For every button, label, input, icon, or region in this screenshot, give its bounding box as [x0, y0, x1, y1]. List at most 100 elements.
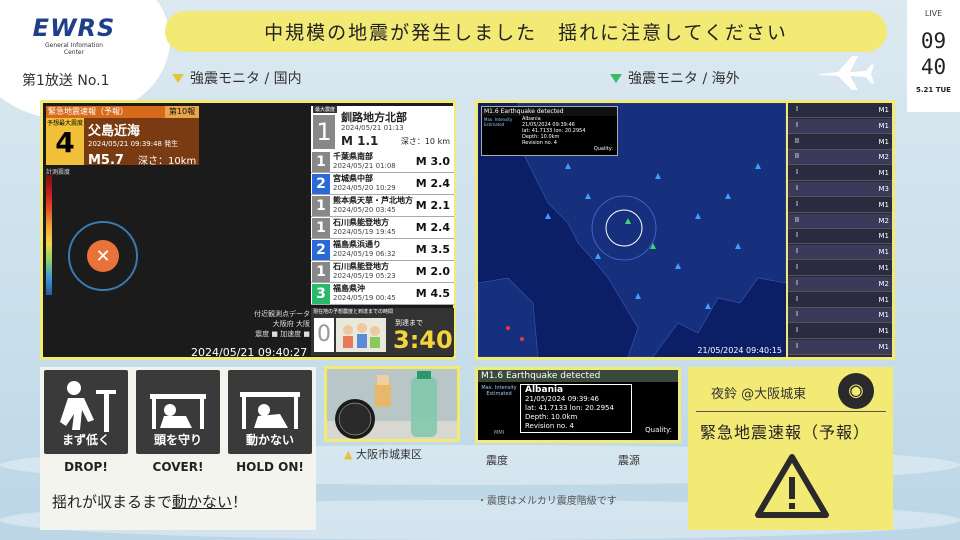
detail-body: Albania 21/05/2024 09:39:46 lat: 41.7133… [520, 384, 632, 433]
channel-label: 第1放送 No.1 [22, 73, 110, 89]
quake-intensity: 1 [312, 152, 330, 172]
quake-intensity: 1 [312, 196, 330, 216]
sidebar-event-magnitude: M1 [878, 327, 890, 336]
quake-list: 最大震度 1 釧路地方北部 2024/05/21 01:13 M 1.1 深さ：… [311, 106, 454, 306]
cover-card: 頭を守り [136, 370, 220, 454]
sidebar-event-magnitude: M1 [878, 106, 890, 114]
arrival-label: 現在地の予想震度と到達までの時間 [313, 309, 394, 315]
quake-time: 2024/05/19 19:45 [333, 228, 396, 236]
map-event-title: M1.6 Earthquake detected [482, 107, 617, 116]
sidebar-event-row[interactable]: I M1 [788, 308, 892, 324]
motto-emphasis: 動かない [172, 493, 233, 511]
latest-quake[interactable]: 最大震度 1 釧路地方北部 2024/05/21 01:13 M 1.1 深さ：… [311, 106, 454, 151]
logo-text: EWRS [32, 14, 116, 42]
sidebar-event-magnitude: M1 [878, 232, 890, 241]
alert-banner: 中規模の地震が発生しました 揺れに注意してください [165, 11, 887, 52]
latest-intensity: 1 [313, 115, 335, 149]
sidebar-event-row[interactable]: I M1 [788, 118, 892, 134]
detail-mmi: MMI [494, 430, 505, 436]
sidebar-event-intensity: I [795, 263, 799, 271]
quake-magnitude: M 2.1 [415, 199, 450, 212]
logo-subtitle: Center [63, 49, 85, 56]
sidebar-event-row[interactable]: II M1 [788, 134, 892, 150]
eew-time: 2024/05/21 09:39:48 発生 [88, 140, 179, 148]
sidebar-event-magnitude: M1 [878, 311, 890, 320]
sidebar-event-intensity: II [794, 152, 800, 161]
sidebar-event-row[interactable]: II M2 [788, 213, 892, 229]
sidebar-event-row[interactable]: I M1 [788, 340, 892, 355]
family-illustration [336, 318, 386, 352]
quake-magnitude: M 2.4 [415, 177, 450, 190]
quake-row[interactable]: 1 石川県能登地方 2024/05/19 05:23 M 2.0 [311, 261, 454, 283]
sidebar-event-intensity: I [795, 199, 799, 208]
quake-magnitude: M 3.5 [415, 243, 450, 256]
sidebar-event-row[interactable]: I M1 [788, 245, 892, 261]
overseas-monitor: M1.6 Earthquake detected Max. Intensity … [475, 100, 895, 360]
sidebar-event-row[interactable]: I M1 [788, 261, 892, 276]
nearby-station-data: 付近観測点データ 大阪府 大阪 震度 ■ 加速度 ■ [230, 309, 310, 339]
quake-magnitude: M 4.5 [415, 287, 450, 300]
quake-row[interactable]: 3 福島県沖 2024/05/19 00:45 M 4.5 [311, 283, 454, 305]
latest-magnitude: M 1.1 [341, 134, 379, 148]
motto-end: ！ [232, 493, 248, 511]
sidebar-event-row[interactable]: I M1 [788, 197, 892, 213]
alert-streamer: 夜鈴 @大阪城東 [711, 387, 807, 402]
quake-row[interactable]: 2 福島県浜通り 2024/05/19 06:32 M 3.5 [311, 239, 454, 261]
sidebar-event-row[interactable]: I M3 [788, 182, 892, 197]
safety-motto: 揺れが収まるまで動かない！ [52, 491, 247, 512]
nearby-line: 震度 ■ 加速度 ■ [255, 330, 310, 338]
detail-region: Albania [525, 385, 564, 395]
alert-title: 緊急地震速報（予報） [700, 423, 871, 442]
location-icon: ▲ [344, 448, 353, 461]
camera-location-label: 大阪市城東区 [355, 448, 422, 461]
latest-header: 最大震度 [313, 106, 338, 113]
camera-location: ▲ 大阪市城東区 [344, 446, 422, 462]
detail-revision: Revision no. 4 [525, 422, 574, 430]
brand-logo: EWRS General Infomation Center [30, 14, 118, 56]
overseas-detail-inner: M1.6 Earthquake detected Max. Intensity … [478, 370, 678, 440]
section-overseas: 強震モニタ / 海外 [610, 68, 740, 88]
sidebar-event-row[interactable]: I M1 [788, 229, 892, 245]
quake-row[interactable]: 1 石川県能登地方 2024/05/19 19:45 M 2.4 [311, 217, 454, 239]
quake-row[interactable]: 1 熊本県天草・芦北地方 2024/05/20 03:45 M 2.1 [311, 195, 454, 217]
sidebar-event-intensity: I [795, 105, 799, 113]
sidebar-event-magnitude: M1 [878, 169, 890, 178]
sidebar-event-magnitude: M1 [878, 264, 890, 272]
arrival-intensity: 0 [314, 318, 334, 352]
legend-intensity: 震度 [486, 454, 508, 467]
sidebar-event-row[interactable]: I M1 [788, 103, 892, 118]
detail-depth: Depth: 10.0km [525, 413, 578, 421]
quake-intensity: 3 [312, 284, 330, 304]
sidebar-event-magnitude: M2 [878, 153, 890, 162]
camera-scene [327, 369, 457, 439]
quake-time: 2024/05/20 10:29 [333, 184, 396, 192]
overseas-map[interactable]: M1.6 Earthquake detected Max. Intensity … [478, 103, 786, 357]
sidebar-event-magnitude: M1 [878, 200, 890, 209]
broadcast-icon: ◉ [838, 373, 874, 409]
eew-details: 父島近海 2024/05/21 09:39:48 発生 M5.7 深さ：10km [88, 120, 196, 168]
quake-place: 宮城県中部 [333, 174, 373, 183]
hold-label: HOLD ON! [236, 460, 304, 474]
section-domestic: 強震モニタ / 国内 [172, 68, 302, 88]
sidebar-event-row[interactable]: I M1 [788, 166, 892, 182]
legend-epicenter: 震源 [618, 454, 640, 467]
cover-caption: 頭を守り [153, 433, 202, 447]
sidebar-event-row[interactable]: II M2 [788, 150, 892, 166]
detail-time: 21/05/2024 09:39:46 [525, 395, 600, 403]
drop-label: DROP! [64, 460, 108, 474]
quake-row[interactable]: 2 宮城県中部 2024/05/20 10:29 M 2.4 [311, 173, 454, 195]
sidebar-event-magnitude: M1 [878, 343, 890, 351]
sidebar-event-magnitude: M2 [878, 279, 890, 288]
sidebar-event-intensity: I [795, 294, 799, 303]
divider [696, 411, 886, 412]
eew-place: 父島近海 [88, 124, 141, 139]
quake-place: 熊本県天草・芦北地方 [333, 196, 413, 205]
eew-intensity-box: 予想最大震度 4 [46, 118, 84, 165]
quake-row[interactable]: 1 千葉県南部 2024/05/21 01:08 M 3.0 [311, 151, 454, 173]
latest-place: 釧路地方北部 [341, 111, 407, 124]
drop-caption: まず低く [61, 433, 110, 447]
sidebar-event-row[interactable]: I M2 [788, 276, 892, 292]
sidebar-event-row[interactable]: I M1 [788, 324, 892, 340]
hold-card: 動かない [228, 370, 312, 454]
sidebar-event-row[interactable]: I M1 [788, 292, 892, 308]
